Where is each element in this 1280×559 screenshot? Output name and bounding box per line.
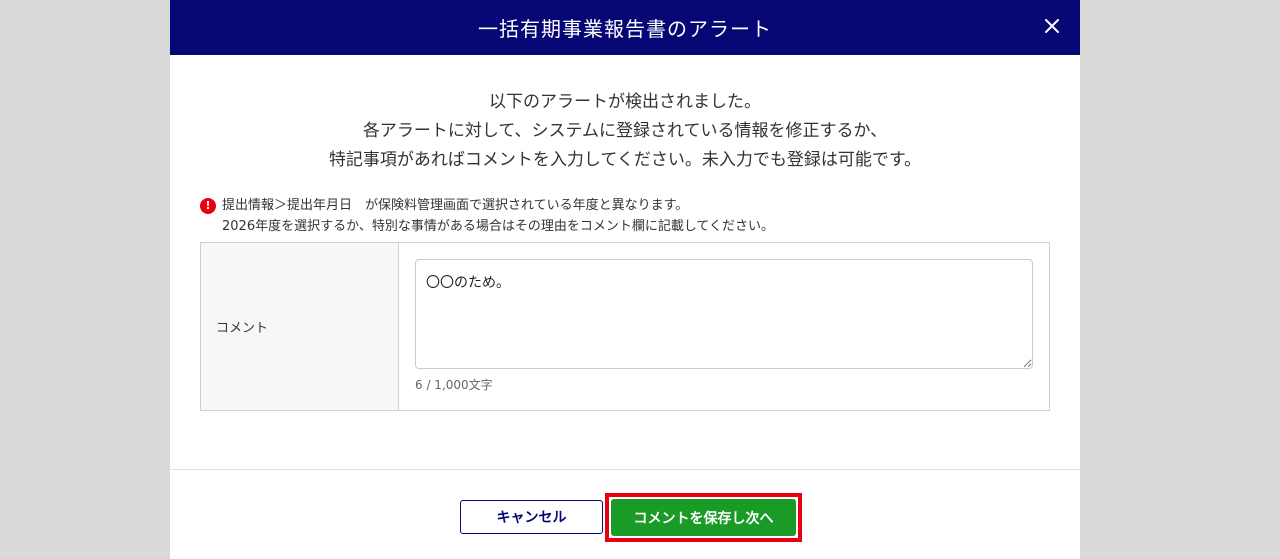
modal-header: 一括有期事業報告書のアラート bbox=[170, 0, 1080, 55]
comment-form-table: コメント 〇〇のため。 6 / 1,000文字 bbox=[200, 242, 1050, 411]
save-comment-next-button[interactable]: コメントを保存し次へ bbox=[611, 499, 796, 536]
close-icon[interactable] bbox=[1040, 14, 1064, 38]
modal-title: 一括有期事業報告書のアラート bbox=[478, 17, 772, 41]
alert-text-line-2: 2026年度を選択するか、特別な事情がある場合はその理由をコメント欄に記載してく… bbox=[222, 219, 775, 234]
comment-label: コメント bbox=[201, 243, 399, 410]
alert-text-line-1: 提出情報＞提出年月日 が保険料管理画面で選択されている年度と異なります。 bbox=[222, 198, 689, 213]
char-count: 6 / 1,000文字 bbox=[415, 378, 493, 392]
intro-line-2: 各アラートに対して、システムに登録されている情報を修正するか、 bbox=[362, 121, 888, 141]
alert-icon: ! bbox=[200, 197, 216, 214]
intro-line-3: 特記事項があればコメントを入力してください。未入力でも登録は可能です。 bbox=[328, 150, 922, 170]
comment-textarea[interactable]: 〇〇のため。 bbox=[415, 259, 1033, 369]
footer-divider bbox=[170, 469, 1080, 470]
comment-field-cell: 〇〇のため。 6 / 1,000文字 bbox=[399, 243, 1049, 410]
alert-message: ! 提出情報＞提出年月日 が保険料管理画面で選択されている年度と異なります。 2… bbox=[200, 195, 1060, 237]
intro-line-1: 以下のアラートが検出されました。 bbox=[489, 92, 761, 112]
intro-text: 以下のアラートが検出されました。 各アラートに対して、システムに登録されている情… bbox=[170, 88, 1080, 175]
cancel-button[interactable]: キャンセル bbox=[460, 500, 603, 534]
alert-modal: 一括有期事業報告書のアラート 以下のアラートが検出されました。 各アラートに対し… bbox=[170, 0, 1080, 559]
